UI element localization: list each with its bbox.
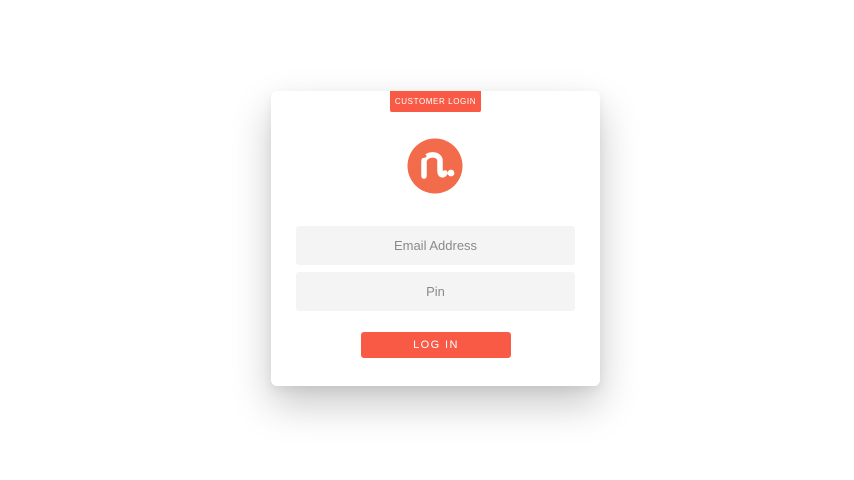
login-button[interactable]: LOG IN xyxy=(361,332,511,358)
login-card: CUSTOMER LOGIN LOG IN xyxy=(271,91,600,386)
pin-field[interactable] xyxy=(296,272,575,311)
brand-logo-icon xyxy=(407,138,463,194)
customer-login-badge: CUSTOMER LOGIN xyxy=(390,91,481,112)
page-background: CUSTOMER LOGIN LOG IN xyxy=(0,0,854,480)
email-field[interactable] xyxy=(296,226,575,265)
